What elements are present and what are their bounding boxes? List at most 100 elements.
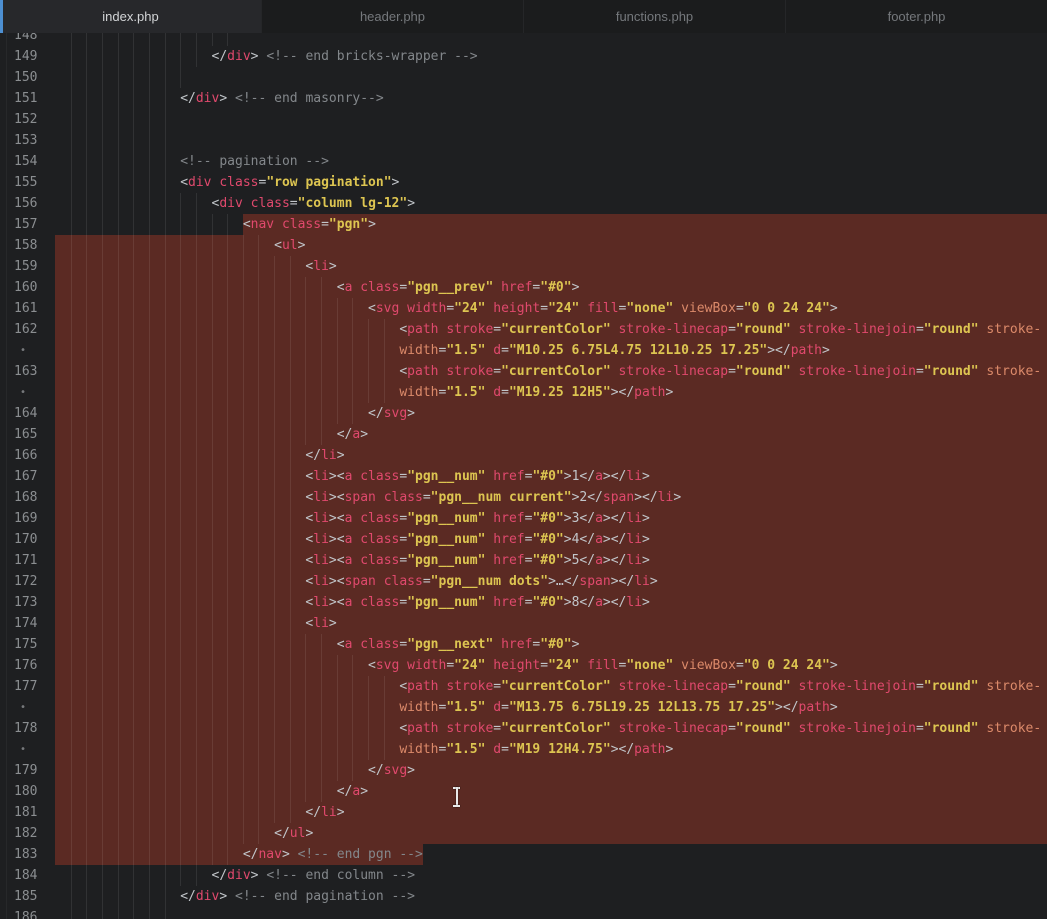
line-number[interactable]: 167 [0, 466, 55, 487]
line-number[interactable]: 154 [0, 151, 55, 172]
code-line[interactable]: 159 <li> [0, 256, 1047, 277]
line-content[interactable]: <path stroke="currentColor" stroke-linec… [55, 718, 1047, 739]
line-content[interactable]: </svg> [55, 760, 1047, 781]
line-content[interactable]: <li> [55, 613, 1047, 634]
line-content[interactable]: </nav> <!-- end pgn --> [55, 844, 1047, 865]
code-line[interactable]: 181 </li> [0, 802, 1047, 823]
code-line[interactable]: 154 <!-- pagination --> [0, 151, 1047, 172]
line-number[interactable]: 153 [0, 130, 55, 151]
wrap-marker[interactable]: • [0, 739, 55, 760]
code-line[interactable]: 178 <path stroke="currentColor" stroke-li… [0, 718, 1047, 739]
line-number[interactable]: 162 [0, 319, 55, 340]
line-content[interactable]: <a class="pgn__next" href="#0"> [55, 634, 1047, 655]
code-line[interactable]: 164 </svg> [0, 403, 1047, 424]
line-number[interactable]: 178 [0, 718, 55, 739]
line-content[interactable]: <a class="pgn__prev" href="#0"> [55, 277, 1047, 298]
code-line[interactable]: 165 </a> [0, 424, 1047, 445]
line-number[interactable]: 168 [0, 487, 55, 508]
line-number[interactable]: 158 [0, 235, 55, 256]
wrapped-code-line[interactable]: • width="1.5" d="M13.75 6.75L19.25 12L13.… [0, 697, 1047, 718]
line-number[interactable]: 164 [0, 403, 55, 424]
wrap-marker[interactable]: • [0, 340, 55, 361]
line-content[interactable]: <path stroke="currentColor" stroke-linec… [55, 319, 1047, 340]
line-content[interactable]: </svg> [55, 403, 1047, 424]
line-number[interactable]: 163 [0, 361, 55, 382]
line-number[interactable]: 172 [0, 571, 55, 592]
line-content[interactable]: <path stroke="currentColor" stroke-linec… [55, 676, 1047, 697]
tab-functions-php[interactable]: functions.php [523, 0, 785, 33]
line-number[interactable]: 151 [0, 88, 55, 109]
line-number[interactable]: 157 [0, 214, 55, 235]
line-content[interactable]: <li><a class="pgn__num" href="#0">8</a><… [55, 592, 1047, 613]
line-number[interactable]: 152 [0, 109, 55, 130]
code-line[interactable]: 148 [0, 33, 1047, 46]
code-line[interactable]: 163 <path stroke="currentColor" stroke-li… [0, 361, 1047, 382]
code-line[interactable]: 152 [0, 109, 1047, 130]
code-line[interactable]: 160 <a class="pgn__prev" href="#0"> [0, 277, 1047, 298]
wrap-marker[interactable]: • [0, 382, 55, 403]
tab-header-php[interactable]: header.php [261, 0, 523, 33]
wrapped-code-line[interactable]: • width="1.5" d="M10.25 6.75L4.75 12L10.2… [0, 340, 1047, 361]
code-line[interactable]: 151 </div> <!-- end masonry--> [0, 88, 1047, 109]
line-content[interactable]: <ul> [55, 235, 1047, 256]
line-content[interactable]: </li> [55, 802, 1047, 823]
line-content[interactable] [55, 907, 1047, 919]
wrapped-code-line[interactable]: • width="1.5" d="M19 12H4.75"></path> [0, 739, 1047, 760]
code-line[interactable]: 179 </svg> [0, 760, 1047, 781]
line-number[interactable]: 179 [0, 760, 55, 781]
line-content[interactable]: <div class="column lg-12"> [55, 193, 1047, 214]
line-number[interactable]: 186 [0, 907, 55, 919]
code-line[interactable]: 166 </li> [0, 445, 1047, 466]
code-line[interactable]: 177 <path stroke="currentColor" stroke-li… [0, 676, 1047, 697]
line-number[interactable]: 176 [0, 655, 55, 676]
line-content[interactable]: <div class="row pagination"> [55, 172, 1047, 193]
line-content[interactable]: <li><a class="pgn__num" href="#0">3</a><… [55, 508, 1047, 529]
code-line[interactable]: 167 <li><a class="pgn__num" href="#0">1</… [0, 466, 1047, 487]
code-line[interactable]: 183 </nav> <!-- end pgn --> [0, 844, 1047, 865]
line-number[interactable]: 174 [0, 613, 55, 634]
line-content[interactable]: <li><span class="pgn__num dots">…</span>… [55, 571, 1047, 592]
code-line[interactable]: 162 <path stroke="currentColor" stroke-li… [0, 319, 1047, 340]
code-line[interactable]: 158 <ul> [0, 235, 1047, 256]
line-content[interactable]: <li> [55, 256, 1047, 277]
line-content[interactable]: <path stroke="currentColor" stroke-linec… [55, 361, 1047, 382]
line-number[interactable]: 155 [0, 172, 55, 193]
line-content[interactable] [55, 130, 1047, 151]
line-number[interactable]: 185 [0, 886, 55, 907]
line-content[interactable]: <li><a class="pgn__num" href="#0">5</a><… [55, 550, 1047, 571]
line-number[interactable]: 175 [0, 634, 55, 655]
tab-index-php[interactable]: index.php [0, 0, 261, 33]
line-content[interactable]: <!-- pagination --> [55, 151, 1047, 172]
line-number[interactable]: 159 [0, 256, 55, 277]
line-number[interactable]: 150 [0, 67, 55, 88]
code-line[interactable]: 172 <li><span class="pgn__num dots">…</sp… [0, 571, 1047, 592]
line-content[interactable]: <svg width="24" height="24" fill="none" … [55, 298, 1047, 319]
code-line[interactable]: 171 <li><a class="pgn__num" href="#0">5</… [0, 550, 1047, 571]
code-line[interactable]: 182 </ul> [0, 823, 1047, 844]
line-content[interactable]: </div> <!-- end bricks-wrapper --> [55, 46, 1047, 67]
line-content[interactable]: <li><a class="pgn__num" href="#0">1</a><… [55, 466, 1047, 487]
line-content[interactable]: width="1.5" d="M19 12H4.75"></path> [55, 739, 1047, 760]
code-line[interactable]: 161 <svg width="24" height="24" fill="non… [0, 298, 1047, 319]
line-content[interactable]: </a> [55, 424, 1047, 445]
code-line[interactable]: 173 <li><a class="pgn__num" href="#0">8</… [0, 592, 1047, 613]
wrap-marker[interactable]: • [0, 697, 55, 718]
code-line[interactable]: 156 <div class="column lg-12"> [0, 193, 1047, 214]
code-line[interactable]: 153 [0, 130, 1047, 151]
line-number[interactable]: 161 [0, 298, 55, 319]
line-content[interactable]: width="1.5" d="M13.75 6.75L19.25 12L13.7… [55, 697, 1047, 718]
line-number[interactable]: 149 [0, 46, 55, 67]
code-line[interactable]: 174 <li> [0, 613, 1047, 634]
code-line[interactable]: 176 <svg width="24" height="24" fill="non… [0, 655, 1047, 676]
line-content[interactable]: <li><a class="pgn__num" href="#0">4</a><… [55, 529, 1047, 550]
code-line[interactable]: 155 <div class="row pagination"> [0, 172, 1047, 193]
wrapped-code-line[interactable]: • width="1.5" d="M19.25 12H5"></path> [0, 382, 1047, 403]
line-content[interactable] [55, 109, 1047, 130]
line-content[interactable]: </div> <!-- end pagination --> [55, 886, 1047, 907]
line-number[interactable]: 184 [0, 865, 55, 886]
code-line[interactable]: 150 [0, 67, 1047, 88]
code-line[interactable]: 169 <li><a class="pgn__num" href="#0">3</… [0, 508, 1047, 529]
line-number[interactable]: 165 [0, 424, 55, 445]
line-number[interactable]: 180 [0, 781, 55, 802]
line-content[interactable] [55, 67, 1047, 88]
